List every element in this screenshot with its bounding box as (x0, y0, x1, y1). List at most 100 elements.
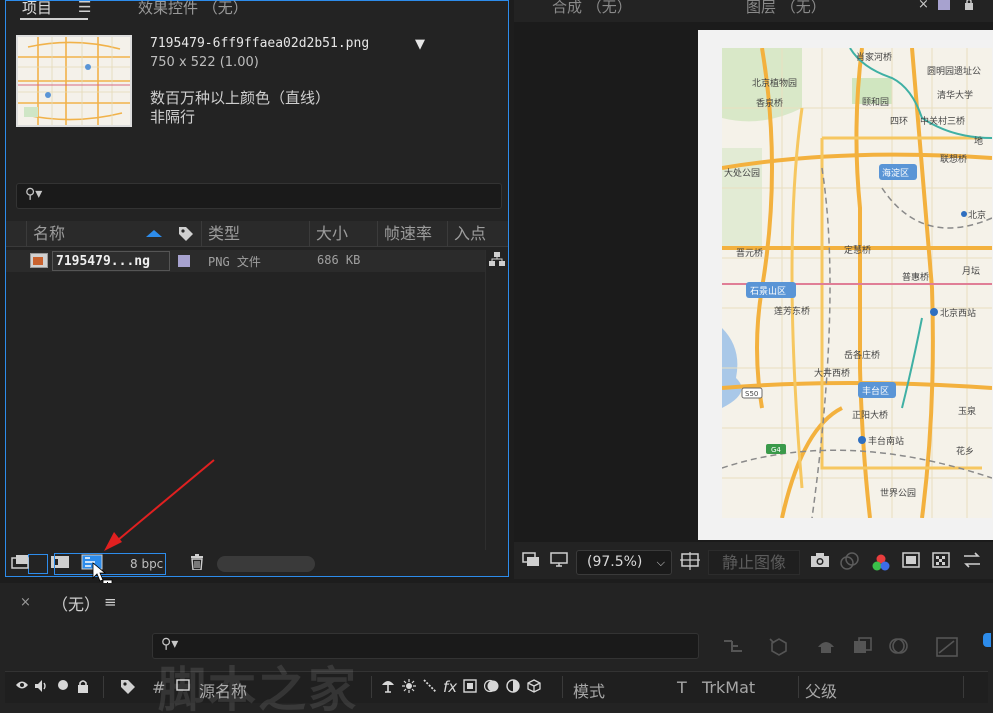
svg-text:玉泉: 玉泉 (958, 405, 976, 417)
frame-blending-icon[interactable] (852, 637, 874, 659)
horizontal-scrollbar[interactable] (217, 556, 315, 572)
column-track-matte[interactable]: TrkMat (702, 678, 755, 697)
flowchart-icon[interactable] (489, 251, 505, 271)
eye-icon[interactable] (15, 679, 29, 695)
active-tab-indicator (20, 18, 88, 20)
asset-color-depth: 数百万种以上颜色（直线） (150, 89, 331, 107)
lock-icon[interactable] (77, 679, 89, 697)
svg-text:海淀区: 海淀区 (882, 167, 909, 179)
svg-text:普惠桥: 普惠桥 (902, 271, 929, 283)
motion-blur-icon[interactable] (888, 637, 910, 659)
svg-text:大井西桥: 大井西桥 (814, 367, 850, 379)
close-icon[interactable]: × (918, 0, 929, 12)
asset-filename: 7195479-6ff9ffaea02d2b51.png (150, 36, 370, 51)
project-panel-tabs: 项目 ☰ 效果控件 （无） (6, 0, 508, 23)
3d-layer-switch-icon[interactable] (527, 679, 541, 697)
tab-composition[interactable]: 合成 （无） (552, 0, 632, 17)
camera-icon[interactable] (810, 552, 830, 572)
svg-text:北京西站: 北京西站 (940, 307, 976, 319)
shy-switch-icon[interactable] (381, 679, 395, 697)
color-depth-toggle[interactable]: 8 bpc (130, 557, 163, 571)
tab-layer[interactable]: 图层 （无） (746, 0, 826, 17)
column-type[interactable]: 类型 (201, 221, 309, 247)
table-row[interactable]: 7195479...ng PNG 文件 686 KB (6, 250, 486, 272)
show-snapshot-icon[interactable] (840, 552, 860, 574)
svg-text:岳各庄桥: 岳各庄桥 (844, 349, 880, 361)
column-parent[interactable]: 父级 (805, 678, 837, 702)
solo-icon[interactable] (57, 679, 69, 695)
quality-switch-icon[interactable] (423, 679, 437, 697)
file-name[interactable]: 7195479...ng (52, 251, 170, 271)
svg-text:清华大学: 清华大学 (937, 89, 973, 101)
region-of-interest-icon[interactable] (902, 552, 920, 572)
still-image-button[interactable]: 静止图像 (708, 550, 800, 575)
timeline-panel: × （无） ≡ ⚲▾ # 源名称 fx 模式 T TrkMat 父级 (0, 583, 993, 713)
effects-switch-icon[interactable]: fx (443, 678, 457, 696)
fast-previews-icon[interactable] (962, 552, 982, 572)
column-number: # (152, 678, 166, 697)
graph-editor-icon[interactable] (936, 637, 958, 661)
beijing-map: 肖家河桥 圆明园遗址公 北京植物园 清华大学 香泉桥 颐和园 四环 中关村三桥 … (722, 48, 992, 518)
composition-toolbar: (97.5%) ⌵ 静止图像 (514, 545, 993, 579)
new-composition-icon[interactable] (80, 554, 104, 574)
channels-rgb-icon[interactable] (872, 554, 890, 572)
panel-menu-icon[interactable]: ☰ (78, 0, 91, 16)
project-search-input[interactable]: ⚲▾ (16, 183, 502, 209)
monitor-icon[interactable] (550, 552, 568, 572)
svg-text:圆明园遗址公: 圆明园遗址公 (927, 65, 981, 77)
svg-text:颐和园: 颐和园 (862, 97, 889, 108)
column-mode[interactable]: 模式 (573, 678, 605, 702)
svg-text:肖家河桥: 肖家河桥 (856, 51, 892, 63)
timeline-search-input[interactable]: ⚲▾ (152, 633, 699, 659)
label-tag-icon[interactable] (178, 226, 194, 242)
svg-text:丰台南站: 丰台南站 (868, 435, 904, 447)
svg-text:地: 地 (974, 135, 983, 147)
project-column-header: 名称 类型 大小 帧速率 入点 (6, 221, 508, 247)
column-divider (562, 676, 563, 698)
asset-usage-dropdown-icon[interactable]: ▼ (415, 37, 425, 52)
magnification-dropdown[interactable]: (97.5%) ⌵ (576, 550, 672, 575)
svg-text:北京植物园: 北京植物园 (752, 77, 797, 89)
image-file-icon (30, 253, 48, 268)
panel-label-swatch (938, 0, 950, 10)
audio-icon[interactable] (34, 679, 48, 697)
adjustment-layer-switch-icon[interactable] (506, 679, 520, 697)
tab-project[interactable]: 项目 (22, 0, 52, 18)
lock-icon[interactable] (964, 0, 974, 13)
close-icon[interactable]: × (20, 595, 31, 610)
layer-name-toggle-icon[interactable] (176, 679, 190, 695)
interpret-footage-icon[interactable] (10, 554, 32, 574)
frame-blend-switch-icon[interactable] (463, 679, 477, 697)
column-source-name[interactable]: 源名称 (199, 678, 247, 702)
svg-text:S50: S50 (745, 390, 758, 398)
svg-text:月坛: 月坛 (962, 266, 980, 277)
column-frame-rate[interactable]: 帧速率 (377, 221, 447, 247)
collapse-switch-icon[interactable] (402, 679, 416, 697)
timeline-title: （无） (52, 595, 101, 614)
column-divider (371, 676, 372, 698)
transparency-grid-icon[interactable] (932, 552, 950, 572)
asset-dimensions: 750 x 522 (1.00) (150, 55, 259, 70)
column-divider (485, 250, 486, 550)
sort-ascending-icon[interactable] (146, 230, 162, 237)
timeline-layer-header: # 源名称 fx 模式 T TrkMat 父级 (5, 671, 988, 703)
motion-blur-switch-icon[interactable] (483, 679, 500, 697)
always-preview-icon[interactable] (522, 552, 540, 572)
column-preserve-transparency[interactable]: T (677, 678, 687, 697)
choose-grid-icon[interactable] (680, 552, 700, 574)
column-in-point[interactable]: 入点 (447, 221, 508, 247)
label-tag-icon[interactable] (120, 679, 136, 699)
svg-text:晋元桥: 晋元桥 (736, 247, 763, 259)
svg-text:大处公园: 大处公园 (724, 167, 760, 179)
svg-text:正阳大桥: 正阳大桥 (852, 409, 888, 421)
comp-mini-flowchart-icon[interactable] (722, 637, 744, 659)
tab-effect-controls[interactable]: 效果控件 （无） (138, 0, 248, 18)
label-color-swatch[interactable] (178, 255, 190, 267)
map-image: 肖家河桥 圆明园遗址公 北京植物园 清华大学 香泉桥 颐和园 四环 中关村三桥 … (722, 48, 992, 518)
draft-3d-icon[interactable] (768, 637, 790, 661)
trash-icon[interactable] (190, 554, 204, 574)
column-size[interactable]: 大小 (309, 221, 377, 247)
timeline-scroll-marker[interactable] (983, 633, 991, 647)
shy-layers-icon[interactable] (815, 637, 837, 659)
panel-menu-icon[interactable]: ≡ (104, 593, 117, 611)
